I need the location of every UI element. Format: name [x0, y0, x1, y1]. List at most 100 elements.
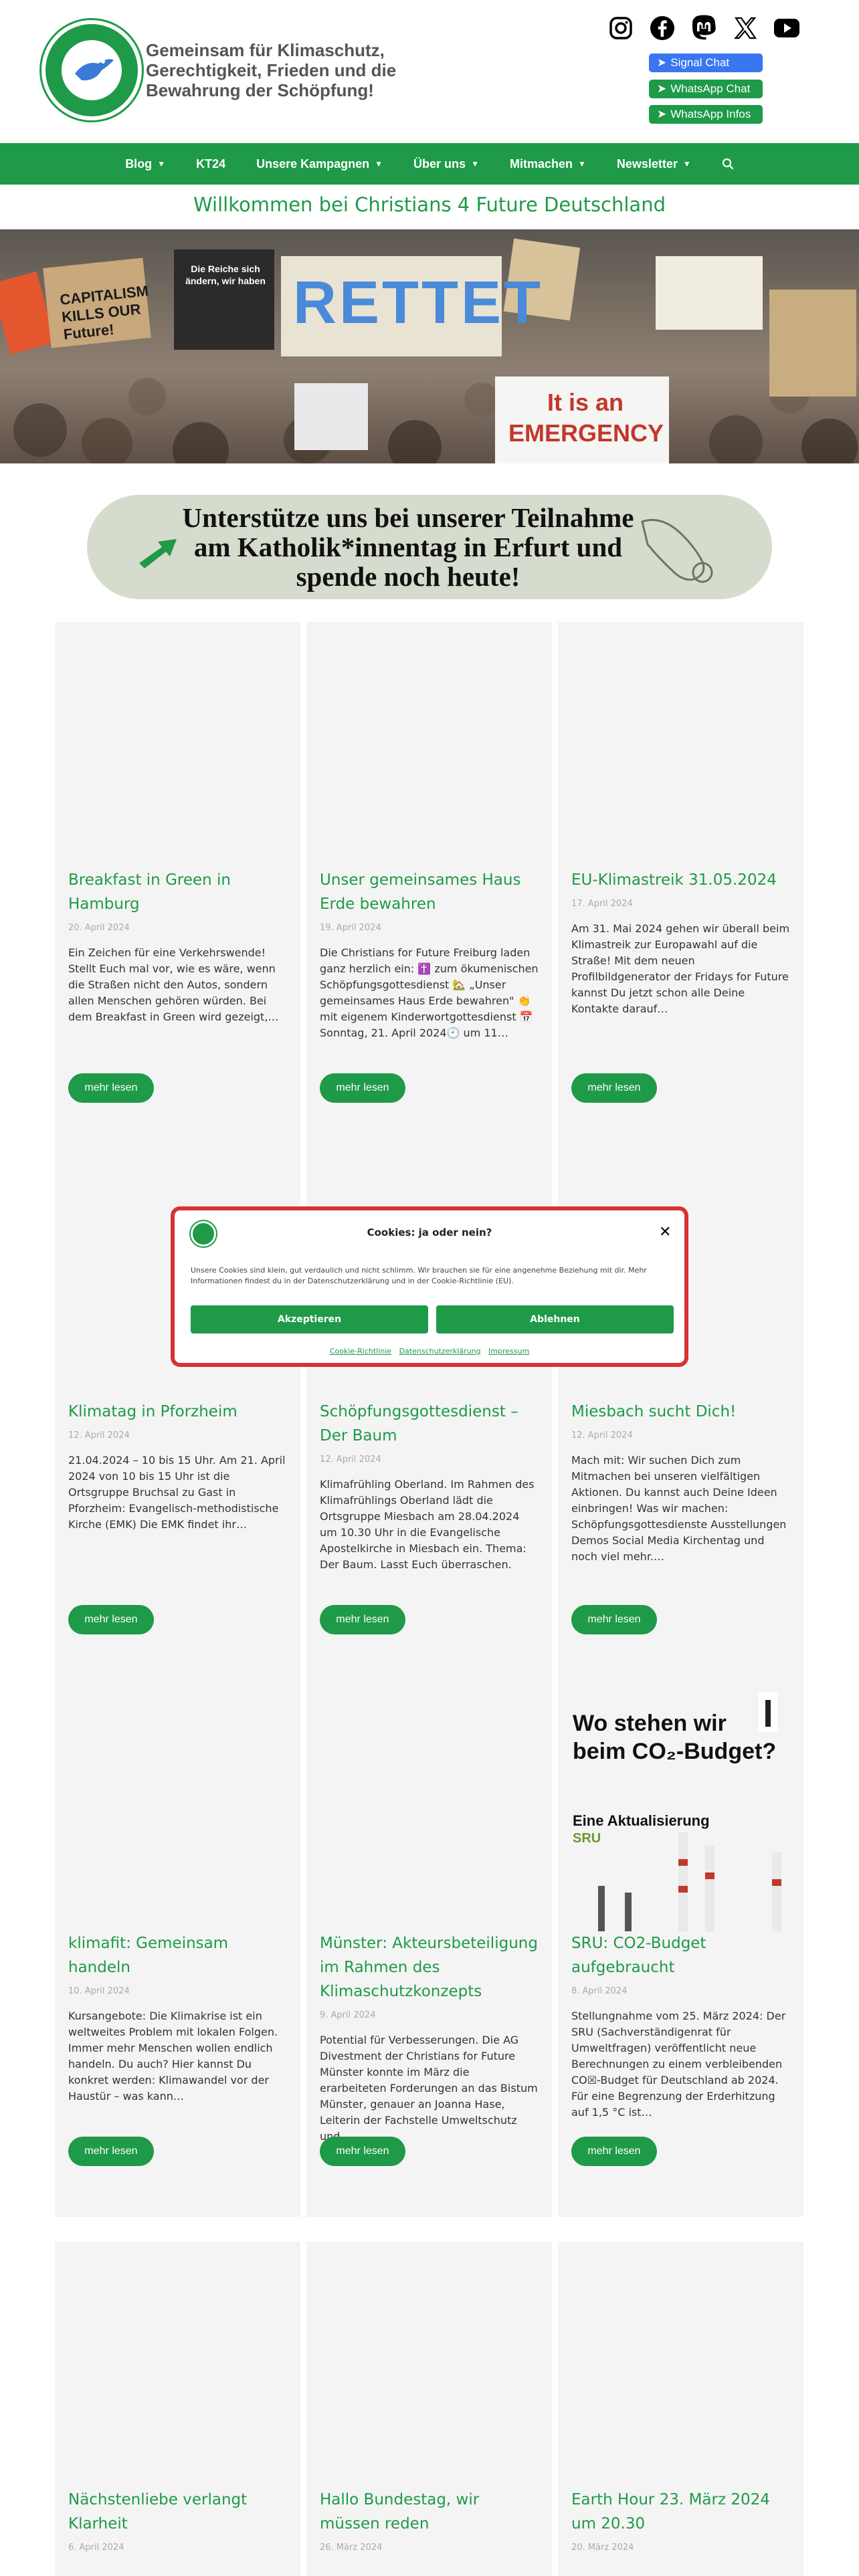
instagram-icon[interactable]: [607, 15, 634, 41]
read-more-button[interactable]: mehr lesen: [68, 1605, 154, 1634]
post-excerpt: Mach mit: Wir suchen Dich zum Mitmachen …: [571, 1454, 787, 1563]
protest-sign: CAPITALISM KILLS OUR Future!: [59, 282, 149, 343]
post-title-link[interactable]: Schöpfungsgottesdienst – Der Baum: [320, 1400, 539, 1448]
post-title-link[interactable]: Miesbach sucht Dich!: [571, 1400, 790, 1424]
post-body: Unser gemeinsames Haus Erde bewahren 19. …: [306, 868, 552, 1041]
nav-label: Blog: [125, 156, 153, 171]
image-title-line: beim CO₂-Budget?: [573, 1739, 777, 1764]
button-label: WhatsApp Infos: [670, 108, 751, 120]
read-more-button[interactable]: mehr lesen: [68, 1073, 154, 1103]
post-title-link[interactable]: Breakfast in Green in Hamburg: [68, 868, 287, 916]
post-date: 9. April 2024: [320, 2010, 376, 2020]
post-body: Earth Hour 23. März 2024 um 20.30 20. Mär…: [558, 2488, 803, 2553]
post-date: 12. April 2024: [571, 1430, 633, 1440]
site-header: Gemeinsam für Klimaschutz, Gerechtigkeit…: [0, 0, 859, 143]
post-card: Earth Hour 23. März 2024 um 20.30 20. Mär…: [558, 2242, 803, 2576]
post-card: Hallo Bundestag, wir müssen reden 26. Mär…: [306, 2242, 552, 2576]
chevron-down-icon: ▼: [577, 159, 586, 169]
chevron-down-icon: ▼: [471, 159, 479, 169]
read-more-button[interactable]: mehr lesen: [571, 1073, 657, 1103]
nav-item-kampagnen[interactable]: Unsere Kampagnen ▼: [241, 143, 398, 185]
post-thumbnail[interactable]: [55, 2242, 300, 2488]
post-thumbnail[interactable]: [558, 2242, 803, 2488]
post-title-link[interactable]: klimafit: Gemeinsam handeln: [68, 1931, 287, 1979]
close-icon[interactable]: ✕: [659, 1224, 671, 1241]
protest-sign: It is an EMERGENCY: [508, 389, 664, 447]
read-more-button[interactable]: mehr lesen: [68, 2137, 154, 2166]
read-more-button[interactable]: mehr lesen: [320, 2137, 405, 2166]
chevron-down-icon: ▼: [157, 159, 166, 169]
post-excerpt: Klimafrühling Oberland. Im Rahmen des Kl…: [320, 1478, 535, 1571]
post-date: 12. April 2024: [68, 1430, 130, 1440]
post-excerpt: Ein Zeichen für eine Verkehrswende! Stel…: [68, 946, 279, 1023]
read-more-button[interactable]: mehr lesen: [320, 1605, 405, 1634]
post-title-link[interactable]: Klimatag in Pforzheim: [68, 1400, 287, 1424]
post-body: Nächstenliebe verlangt Klarheit 6. April …: [55, 2488, 300, 2553]
imprint-link[interactable]: Impressum: [488, 1347, 529, 1356]
nav-item-blog[interactable]: Blog ▼: [110, 143, 181, 185]
cookie-policy-link[interactable]: Cookie-Richtlinie: [330, 1347, 391, 1356]
nav-item-newsletter[interactable]: Newsletter ▼: [601, 143, 706, 185]
facebook-icon[interactable]: [649, 15, 676, 41]
post-title-link[interactable]: Hallo Bundestag, wir müssen reden: [320, 2488, 539, 2536]
privacy-policy-link[interactable]: Datenschutzerklärung: [399, 1347, 481, 1356]
post-date: 8. April 2024: [571, 1986, 628, 1996]
search-icon[interactable]: [706, 143, 749, 185]
nav-label: Über uns: [413, 156, 466, 171]
donation-banner[interactable]: Unterstütze uns bei unserer Teilnahme am…: [87, 495, 772, 599]
site-logo[interactable]: [41, 20, 142, 120]
post-date: 10. April 2024: [68, 1986, 130, 1996]
post-title-link[interactable]: EU-Klimastreik 31.05.2024: [571, 868, 790, 892]
decline-cookies-button[interactable]: Ablehnen: [436, 1305, 674, 1333]
post-excerpt: Stellungnahme vom 25. März 2024: Der SRU…: [571, 2010, 786, 2119]
post-title-link[interactable]: Earth Hour 23. März 2024 um 20.30: [571, 2488, 790, 2536]
post-body: SRU: CO2-Budget aufgebraucht 8. April 202…: [558, 1931, 803, 2121]
post-title-link[interactable]: Nächstenliebe verlangt Klarheit: [68, 2488, 287, 2536]
read-more-button[interactable]: mehr lesen: [571, 1605, 657, 1634]
read-more-button[interactable]: mehr lesen: [571, 2137, 657, 2166]
sru-logo: SRU: [573, 1831, 601, 1846]
post-excerpt: Am 31. Mai 2024 gehen wir überall beim K…: [571, 922, 790, 1015]
nav-item-kt24[interactable]: KT24: [181, 143, 241, 185]
post-date: 17. April 2024: [571, 899, 633, 909]
post-body: Breakfast in Green in Hamburg 20. April 2…: [55, 868, 300, 1025]
image-title-line: Wo stehen wir: [573, 1711, 727, 1736]
post-title-link[interactable]: Unser gemeinsames Haus Erde bewahren: [320, 868, 539, 916]
post-thumbnail[interactable]: Wo stehen wir beim CO₂-Budget? Eine Aktual…: [558, 1685, 803, 1931]
post-date: 12. April 2024: [320, 1455, 381, 1465]
paper-plane-icon: ➤: [657, 108, 667, 120]
nav-item-mitmachen[interactable]: Mitmachen ▼: [494, 143, 601, 185]
post-thumbnail[interactable]: [55, 622, 300, 868]
post-thumbnail[interactable]: [306, 2242, 552, 2488]
post-excerpt: 21.04.2024 – 10 bis 15 Uhr. Am 21. April…: [68, 1454, 286, 1531]
button-label: WhatsApp Chat: [670, 82, 751, 95]
welcome-heading: Willkommen bei Christians 4 Future Deuts…: [193, 193, 666, 216]
chevron-down-icon: ▼: [375, 159, 383, 169]
paper-plane-icon: ➤: [657, 56, 667, 69]
post-title-link[interactable]: Münster: Akteursbeteiligung im Rahmen de…: [320, 1931, 539, 2004]
banner-text: Unterstütze uns bei unserer Teilnahme am…: [182, 502, 634, 592]
protest-sign: RETTET: [293, 270, 543, 336]
post-body: Schöpfungsgottesdienst – Der Baum 12. Apr…: [306, 1400, 552, 1573]
whatsapp-infos-button[interactable]: ➤ WhatsApp Infos: [649, 105, 763, 124]
read-more-button[interactable]: mehr lesen: [320, 1073, 405, 1103]
post-date: 26. März 2024: [320, 2543, 383, 2553]
tagline-line: Bewahrung der Schöpfung!: [146, 80, 374, 100]
accept-cookies-button[interactable]: Akzeptieren: [191, 1305, 428, 1333]
mastodon-icon[interactable]: [690, 15, 717, 41]
nav-item-ueber-uns[interactable]: Über uns ▼: [398, 143, 494, 185]
post-title-link[interactable]: SRU: CO2-Budget aufgebraucht: [571, 1931, 790, 1979]
post-body: Klimatag in Pforzheim 12. April 2024 21.04…: [55, 1400, 300, 1533]
x-icon[interactable]: [732, 15, 759, 41]
post-thumbnail[interactable]: [558, 622, 803, 868]
post-card: Unser gemeinsames Haus Erde bewahren 19. …: [306, 622, 552, 1154]
post-thumbnail[interactable]: [55, 1685, 300, 1931]
whatsapp-chat-button[interactable]: ➤ WhatsApp Chat: [649, 80, 763, 98]
post-thumbnail[interactable]: [306, 622, 552, 868]
youtube-icon[interactable]: [773, 15, 800, 41]
image-title: Wo stehen wir beim CO₂-Budget?: [573, 1709, 776, 1765]
post-thumbnail[interactable]: [306, 1685, 552, 1931]
cookie-links: Cookie-Richtlinie Datenschutzerklärung I…: [175, 1347, 684, 1356]
signal-chat-button[interactable]: ➤ Signal Chat: [649, 53, 763, 72]
site-tagline: Gemeinsam für Klimaschutz, Gerechtigkeit…: [146, 40, 400, 100]
